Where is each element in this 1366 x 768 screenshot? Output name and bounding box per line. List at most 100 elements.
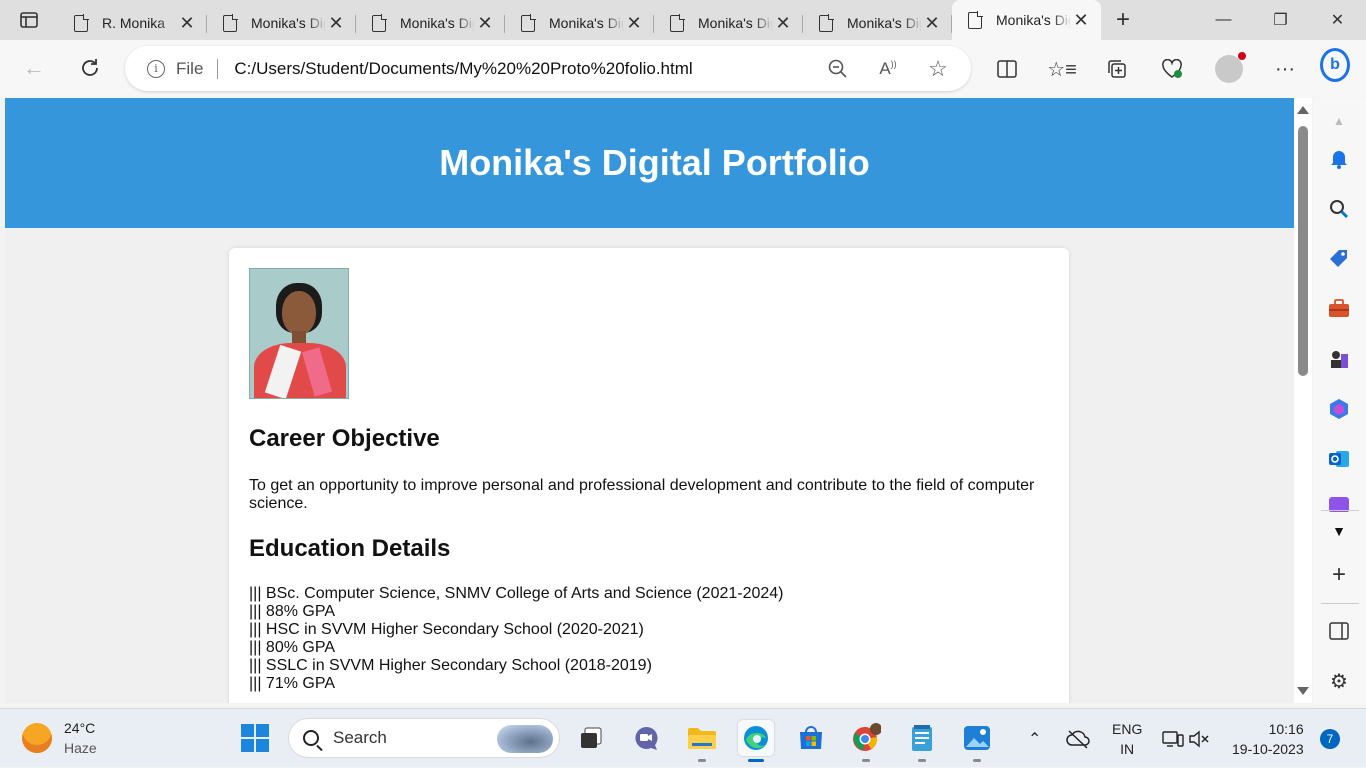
sidebar-expand-down-icon[interactable]: ▼ — [1326, 518, 1352, 544]
collections-icon[interactable] — [1102, 54, 1132, 84]
tab-title: Monika's Digital Portfolio — [400, 15, 475, 31]
sidebar-add-icon[interactable]: + — [1326, 561, 1352, 588]
outlook-icon[interactable] — [1326, 446, 1352, 472]
clock[interactable]: 10:16 19-10-2023 — [1232, 709, 1304, 768]
games-chess-icon[interactable] — [1326, 346, 1352, 372]
new-tab-button[interactable]: + — [1101, 0, 1145, 40]
tools-briefcase-icon[interactable] — [1326, 296, 1352, 322]
tab-strip: R. Monika✕Monika's Digital Portfolio✕Mon… — [0, 0, 1366, 40]
notepad-button[interactable] — [904, 720, 940, 762]
browser-tab[interactable]: Monika's Digital Portfolio✕ — [207, 6, 356, 40]
edge-icon — [744, 726, 768, 750]
chrome-icon — [853, 723, 881, 751]
tab-title: R. Monika — [102, 15, 166, 31]
sidebar-search-icon[interactable] — [1326, 196, 1352, 222]
career-objective-heading: Career Objective — [249, 425, 440, 452]
language-code: ENG — [1112, 720, 1143, 737]
back-arrow-icon: ← — [23, 55, 45, 80]
quick-settings-button[interactable] — [1162, 709, 1210, 768]
profile-avatar[interactable] — [1214, 52, 1246, 84]
favorites-icon[interactable]: ☆≡ — [1047, 54, 1077, 84]
search-label: Search — [333, 728, 387, 747]
favorite-star-icon[interactable]: ☆ — [913, 56, 963, 82]
photos-icon — [964, 726, 990, 750]
tab-title: Monika's Digital Portfolio — [251, 15, 326, 31]
windows-taskbar: 24°C Haze Search ⌃ ENG IN 10:16 19-10-20… — [0, 708, 1366, 767]
weather-condition: Haze — [64, 740, 97, 756]
page-viewport: Monika's Digital Portfolio Career Object… — [5, 98, 1294, 703]
plus-icon: + — [1115, 6, 1130, 33]
sidebar-scroll-up-icon[interactable]: ▲ — [1326, 108, 1352, 134]
input-language[interactable]: ENG IN — [1112, 709, 1142, 768]
browser-tab[interactable]: R. Monika ✕ — [58, 6, 207, 40]
minimize-button[interactable]: — — [1195, 0, 1252, 40]
browser-tab[interactable]: Monika's Digital Portfolio✕ — [505, 6, 654, 40]
chrome-button[interactable] — [848, 720, 884, 762]
region-code: IN — [1120, 740, 1135, 757]
tab-active[interactable]: Monika's Digital Portfolio✕ — [952, 0, 1101, 40]
copilot-button[interactable]: b — [1320, 48, 1350, 82]
close-window-button[interactable]: ✕ — [1309, 0, 1366, 40]
clock-date: 19-10-2023 — [1232, 740, 1304, 757]
zoom-icon[interactable] — [813, 59, 863, 79]
weather-temperature: 24°C — [64, 720, 96, 736]
microsoft365-icon[interactable] — [1326, 396, 1352, 422]
tab-title: Monika's Digital Portfolio — [698, 15, 773, 31]
teams-chat-button[interactable] — [628, 720, 664, 756]
tab-close-icon[interactable]: ✕ — [773, 13, 793, 33]
tab-actions-icon — [20, 12, 38, 28]
tab-actions-button[interactable] — [0, 0, 58, 40]
tab-close-icon[interactable]: ✕ — [326, 13, 346, 33]
page-scrollbar[interactable] — [1294, 98, 1312, 703]
sidebar-settings-gear-icon[interactable]: ⚙ — [1326, 668, 1352, 694]
site-info-icon[interactable]: i — [147, 59, 165, 78]
document-icon — [968, 10, 983, 29]
tab-close-icon[interactable]: ✕ — [922, 13, 942, 33]
browser-tab[interactable]: Monika's Digital Portfolio✕ — [654, 6, 803, 40]
scrollbar-thumb[interactable] — [1298, 126, 1308, 376]
notification-center-button[interactable]: 7 — [1320, 709, 1340, 768]
url-text[interactable]: C:/Users/Student/Documents/My%20%20Proto… — [234, 59, 813, 79]
tab-title: Monika's Digital Portfolio — [847, 15, 922, 31]
tab-close-icon[interactable]: ✕ — [177, 13, 197, 33]
cloud-offline-icon — [1066, 729, 1090, 749]
display-icon — [1162, 730, 1184, 747]
microsoft-store-button[interactable] — [793, 720, 829, 756]
tab-close-icon[interactable]: ✕ — [475, 13, 495, 33]
search-highlight-image — [497, 725, 553, 753]
refresh-button[interactable] — [74, 52, 106, 84]
browser-essentials-icon[interactable] — [1157, 54, 1187, 84]
browser-tab[interactable]: Monika's Digital Portfolio✕ — [356, 6, 505, 40]
scroll-up-arrow-icon[interactable] — [1297, 106, 1309, 114]
notifications-bell-icon[interactable] — [1326, 146, 1352, 172]
file-explorer-button[interactable] — [684, 720, 720, 762]
tab-close-icon[interactable]: ✕ — [624, 13, 644, 33]
start-button[interactable] — [237, 720, 273, 756]
tab-title: Monika's Digital Portfolio — [996, 12, 1071, 28]
scroll-down-arrow-icon[interactable] — [1297, 687, 1309, 695]
more-options-icon[interactable]: ··· — [1270, 54, 1300, 84]
tab-close-icon[interactable]: ✕ — [1071, 10, 1091, 30]
hide-sidebar-icon[interactable] — [1326, 618, 1352, 644]
task-view-button[interactable] — [573, 720, 609, 756]
clock-time: 10:16 — [1268, 720, 1304, 737]
shopping-tag-icon[interactable] — [1326, 246, 1352, 272]
restore-button[interactable]: ❐ — [1252, 0, 1309, 40]
tab-title: Monika's Digital Portfolio — [549, 15, 624, 31]
read-aloud-icon[interactable]: A)) — [863, 59, 913, 79]
address-bar[interactable]: i File C:/Users/Student/Documents/My%20%… — [125, 46, 971, 91]
weather-widget[interactable]: 24°C Haze — [22, 718, 97, 758]
show-hidden-icons-button[interactable]: ⌃ — [1028, 709, 1041, 768]
bing-copilot-icon: b — [1320, 48, 1350, 82]
network-status[interactable] — [1066, 709, 1090, 768]
document-icon — [74, 13, 89, 32]
split-screen-icon[interactable] — [992, 54, 1022, 84]
store-icon — [800, 726, 822, 749]
browser-tab[interactable]: Monika's Digital Portfolio✕ — [803, 6, 952, 40]
taskbar-search[interactable]: Search — [288, 718, 560, 758]
photos-button[interactable] — [959, 720, 995, 762]
windows-logo-icon — [241, 724, 269, 752]
edge-taskbar-button[interactable] — [738, 720, 774, 762]
back-button[interactable]: ← — [18, 52, 50, 84]
edge-sidebar: ▲ ▼ + ⚙ — [1313, 98, 1366, 705]
